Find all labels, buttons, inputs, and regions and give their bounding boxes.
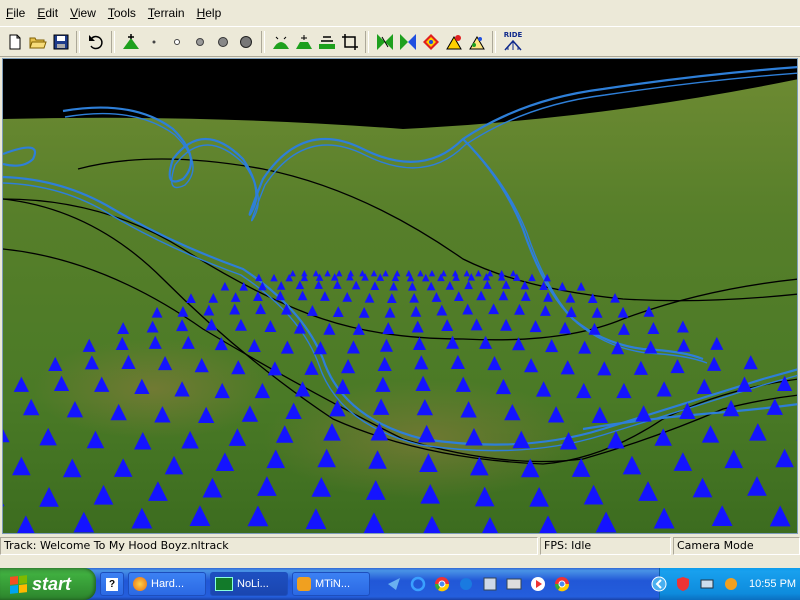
app-icon[interactable]	[481, 575, 499, 593]
open-folder-icon[interactable]	[26, 30, 49, 53]
network-icon[interactable]	[698, 575, 716, 593]
menu-help[interactable]: Help	[191, 0, 228, 26]
app-icon[interactable]	[385, 575, 403, 593]
node-lower-icon[interactable]	[465, 30, 488, 53]
toolbar: RIDE	[0, 26, 800, 57]
node-raise-icon[interactable]	[442, 30, 465, 53]
brush-size-3-icon[interactable]	[188, 30, 211, 53]
ride-icon[interactable]: RIDE	[500, 30, 526, 53]
node-move-icon[interactable]	[419, 30, 442, 53]
status-mode: Camera Mode	[673, 537, 800, 555]
firefox-icon	[133, 577, 147, 591]
status-track: Track: Welcome To My Hood Boyz.nltrack	[0, 537, 538, 555]
undo-icon[interactable]	[84, 30, 107, 53]
brush-size-1-icon[interactable]	[142, 30, 165, 53]
brush-size-2-icon[interactable]	[165, 30, 188, 53]
clock[interactable]: 10:55 PM	[749, 578, 796, 590]
status-bar: Track: Welcome To My Hood Boyz.nltrack F…	[0, 536, 800, 556]
menu-terrain[interactable]: Terrain	[142, 0, 191, 26]
quick-launch-help[interactable]: ?	[100, 572, 124, 596]
windows-taskbar: start ? Hard... NoLi... MTiN... 10:55 PM	[0, 568, 800, 600]
help-icon: ?	[106, 577, 118, 591]
app-icon[interactable]	[505, 575, 523, 593]
menu-edit[interactable]: Edit	[31, 0, 64, 26]
nolimits-icon	[215, 577, 233, 591]
quick-launch-bar	[382, 575, 574, 593]
taskbar-item-hard[interactable]: Hard...	[128, 572, 206, 596]
task-label: NoLi...	[237, 578, 269, 590]
menu-view[interactable]: View	[64, 0, 102, 26]
internet-explorer-icon[interactable]	[409, 575, 427, 593]
status-fps: FPS: Idle	[540, 537, 671, 555]
toolbar-separator	[261, 30, 265, 53]
node-delete-icon[interactable]	[396, 30, 419, 53]
toolbar-separator	[111, 30, 115, 53]
terrain-raise-icon[interactable]	[119, 30, 142, 53]
crop-icon[interactable]	[338, 30, 361, 53]
save-icon[interactable]	[49, 30, 72, 53]
brush-size-5-icon[interactable]	[234, 30, 257, 53]
task-label: MTiN...	[315, 578, 351, 590]
terrain-flatten-icon[interactable]	[292, 30, 315, 53]
system-tray: 10:55 PM	[651, 568, 800, 600]
menu-bar: File Edit View Tools Terrain Help	[0, 0, 800, 26]
terrain-level-icon[interactable]	[315, 30, 338, 53]
task-label: Hard...	[151, 578, 185, 590]
mtin-icon	[297, 577, 311, 591]
toolbar-separator	[365, 30, 369, 53]
node-insert-icon[interactable]	[373, 30, 396, 53]
toolbar-separator	[76, 30, 80, 53]
toolbar-separator	[492, 30, 496, 53]
chrome-icon[interactable]	[433, 575, 451, 593]
menu-file[interactable]: File	[0, 0, 31, 26]
terrain-scene	[3, 59, 797, 533]
taskbar-item-noli[interactable]: NoLi...	[210, 572, 288, 596]
terrain-smooth-icon[interactable]	[269, 30, 292, 53]
start-label: start	[32, 573, 72, 594]
ride-label: RIDE	[503, 31, 523, 39]
start-button[interactable]: start	[0, 568, 96, 600]
tray-app-icon[interactable]	[722, 575, 740, 593]
new-file-icon[interactable]	[3, 30, 26, 53]
windows-logo-icon	[10, 574, 27, 594]
tray-expand-icon[interactable]	[650, 575, 668, 593]
menu-tools[interactable]: Tools	[102, 0, 142, 26]
brush-size-4-icon[interactable]	[211, 30, 234, 53]
security-shield-icon[interactable]	[674, 575, 692, 593]
taskbar-item-mtin[interactable]: MTiN...	[292, 572, 370, 596]
media-player-icon[interactable]	[529, 575, 547, 593]
chrome-icon[interactable]	[553, 575, 571, 593]
3d-viewport[interactable]	[2, 58, 798, 534]
terrain-dirt-patch	[33, 339, 273, 439]
app-icon[interactable]	[457, 575, 475, 593]
